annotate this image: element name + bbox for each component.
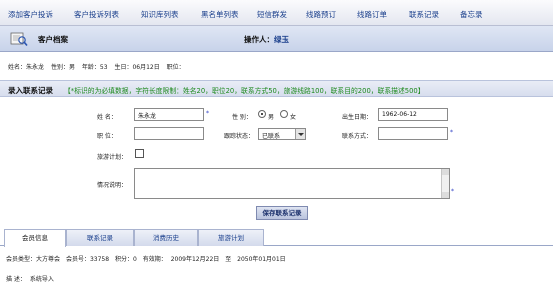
valid-from: 2009年12月22日 (170, 256, 220, 263)
form-title: 录入联系记录 (8, 86, 53, 95)
situation-textarea[interactable] (134, 168, 450, 199)
member-remark: 描 述： 系统导入 (6, 274, 58, 283)
scroll-down-icon[interactable] (442, 192, 449, 198)
nav-route-orders[interactable]: 线路订单 (357, 9, 387, 20)
member-points: 积分：0 (114, 256, 137, 263)
position-field[interactable] (134, 127, 204, 140)
contact-required-mark: * (450, 129, 453, 136)
gender-label: 性 别： (232, 114, 252, 121)
followup-status-value: 已联系 (262, 133, 281, 140)
validity-to: 至 (225, 256, 232, 263)
contact-method-field[interactable] (378, 127, 448, 140)
nav-contact-records[interactable]: 联系记录 (409, 9, 439, 20)
chevron-down-icon[interactable] (295, 129, 305, 139)
followup-status-label: 跟踪状态： (224, 133, 255, 140)
name-field[interactable]: 朱永龙 (134, 108, 204, 121)
tab-member-info[interactable]: 会员信息 (4, 229, 66, 247)
validity-label: 有效期： (142, 256, 167, 263)
save-contact-record-button[interactable]: 保存联系记录 (256, 206, 308, 220)
birthdate-field[interactable]: 1962-06-12 (378, 108, 448, 121)
member-type: 会员类型：大方尊会 (6, 256, 61, 263)
contact-method-label: 联系方式： (342, 133, 373, 140)
customer-name: 姓名：朱永龙 (8, 64, 45, 71)
nav-knowledge-list[interactable]: 知识库列表 (141, 9, 179, 20)
name-required-mark: * (206, 110, 209, 117)
gender-female-label: 女 (290, 114, 297, 121)
page-title: 客户档案 (38, 35, 68, 44)
position-label: 职 位： (97, 133, 117, 140)
travel-plan-label: 旅游计划： (97, 154, 128, 161)
remark-label: 描 述： (6, 276, 26, 283)
name-label: 姓 名： (97, 114, 117, 121)
member-info: 会员类型：大方尊会 会员号：33758 积分：0 有效期： 2009年12月22日… (6, 254, 290, 263)
nav-sms-broadcast[interactable]: 短信群发 (257, 9, 287, 20)
situation-required-mark: * (451, 188, 454, 195)
gender-female-radio[interactable] (280, 110, 288, 118)
situation-label: 情况说明： (97, 182, 128, 189)
customer-file-icon (10, 31, 28, 47)
nav-route-booking[interactable]: 线路预订 (306, 9, 336, 20)
travel-plan-checkbox[interactable] (135, 149, 144, 158)
customer-age: 年龄：53 (81, 64, 108, 71)
nav-memo[interactable]: 备忘录 (460, 9, 483, 20)
form-section-header: 录入联系记录 【*标识的为必填数据，字符长度限制：姓名20，职位20，联系方式5… (0, 80, 553, 97)
nav-complaint-list[interactable]: 客户投诉列表 (74, 9, 119, 20)
customer-position: 职位： (166, 64, 185, 71)
customer-summary: 姓名：朱永龙 性别：男 年龄：53 生日：06月12日 职位： (8, 62, 190, 71)
birthdate-label: 出生日期： (342, 114, 373, 121)
page-header: 客户档案 操作人：绿玉 (0, 26, 553, 52)
nav-blacklist[interactable]: 黑名单列表 (201, 9, 239, 20)
gender-male-radio[interactable] (258, 110, 266, 118)
operator-info: 操作人：绿玉 (244, 34, 289, 45)
operator-name: 绿玉 (274, 35, 289, 44)
operator-label: 操作人： (244, 35, 274, 44)
top-nav: 添加客户投诉 客户投诉列表 知识库列表 黑名单列表 短信群发 线路预订 线路订单… (0, 0, 553, 26)
nav-add-complaint[interactable]: 添加客户投诉 (8, 9, 53, 20)
form-hint: 【*标识的为必填数据，字符长度限制：姓名20，职位20，联系方式50，旅游线路1… (64, 87, 425, 95)
tab-travel-plan[interactable]: 旅游计划 (198, 229, 264, 246)
followup-status-select[interactable]: 已联系 (258, 128, 306, 140)
tab-contact-records[interactable]: 联系记录 (66, 229, 134, 246)
textarea-scrollbar[interactable] (441, 169, 449, 198)
customer-birthday: 生日：06月12日 (114, 64, 160, 71)
tab-purchase-history[interactable]: 消费历史 (134, 229, 198, 246)
valid-to: 2050年01月01日 (237, 256, 286, 263)
detail-tabs: 会员信息 联系记录 消费历史 旅游计划 (0, 229, 553, 247)
gender-male-label: 男 (268, 114, 275, 121)
customer-gender: 性别：男 (50, 64, 75, 71)
member-number: 会员号：33758 (65, 256, 110, 263)
scroll-up-icon[interactable] (442, 169, 449, 175)
remark-value: 系统导入 (29, 276, 54, 283)
